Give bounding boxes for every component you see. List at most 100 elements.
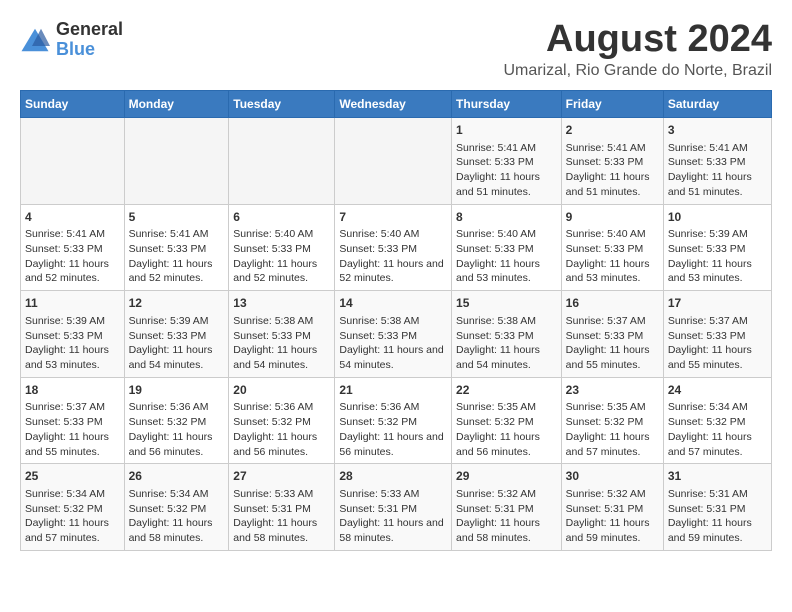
sunrise-text: Sunrise: 5:31 AM [668, 488, 748, 500]
day-number: 6 [233, 209, 330, 226]
day-number: 9 [566, 209, 659, 226]
daylight-text: Daylight: 11 hours and 57 minutes. [668, 431, 752, 458]
daylight-text: Daylight: 11 hours and 53 minutes. [566, 258, 650, 285]
sunset-text: Sunset: 5:33 PM [566, 330, 644, 342]
daylight-text: Daylight: 11 hours and 51 minutes. [456, 171, 540, 198]
sunset-text: Sunset: 5:33 PM [456, 330, 534, 342]
logo: General Blue [20, 20, 123, 60]
daylight-text: Daylight: 11 hours and 58 minutes. [233, 517, 317, 544]
daylight-text: Daylight: 11 hours and 52 minutes. [233, 258, 317, 285]
daylight-text: Daylight: 11 hours and 55 minutes. [566, 344, 650, 371]
day-cell: 30Sunrise: 5:32 AMSunset: 5:31 PMDayligh… [561, 464, 663, 551]
daylight-text: Daylight: 11 hours and 55 minutes. [25, 431, 109, 458]
day-number: 24 [668, 382, 767, 399]
day-cell [229, 118, 335, 205]
sunset-text: Sunset: 5:33 PM [339, 243, 417, 255]
week-row-3: 11Sunrise: 5:39 AMSunset: 5:33 PMDayligh… [21, 291, 772, 378]
sunset-text: Sunset: 5:33 PM [566, 243, 644, 255]
day-number: 1 [456, 122, 557, 139]
logo-icon [20, 25, 50, 55]
week-row-5: 25Sunrise: 5:34 AMSunset: 5:32 PMDayligh… [21, 464, 772, 551]
logo-general: General [56, 20, 123, 40]
sunrise-text: Sunrise: 5:33 AM [233, 488, 313, 500]
day-number: 28 [339, 468, 447, 485]
day-cell [21, 118, 125, 205]
sunset-text: Sunset: 5:32 PM [456, 416, 534, 428]
sunset-text: Sunset: 5:31 PM [456, 503, 534, 515]
sunrise-text: Sunrise: 5:36 AM [129, 401, 209, 413]
day-cell: 7Sunrise: 5:40 AMSunset: 5:33 PMDaylight… [335, 204, 452, 291]
sunrise-text: Sunrise: 5:40 AM [233, 228, 313, 240]
day-number: 5 [129, 209, 225, 226]
daylight-text: Daylight: 11 hours and 52 minutes. [25, 258, 109, 285]
sunrise-text: Sunrise: 5:41 AM [566, 142, 646, 154]
day-cell: 1Sunrise: 5:41 AMSunset: 5:33 PMDaylight… [452, 118, 562, 205]
logo-text: General Blue [56, 20, 123, 60]
day-number: 12 [129, 295, 225, 312]
sunrise-text: Sunrise: 5:35 AM [456, 401, 536, 413]
day-cell: 13Sunrise: 5:38 AMSunset: 5:33 PMDayligh… [229, 291, 335, 378]
sunset-text: Sunset: 5:33 PM [668, 243, 746, 255]
daylight-text: Daylight: 11 hours and 56 minutes. [129, 431, 213, 458]
daylight-text: Daylight: 11 hours and 53 minutes. [25, 344, 109, 371]
day-cell: 20Sunrise: 5:36 AMSunset: 5:32 PMDayligh… [229, 377, 335, 464]
day-cell: 2Sunrise: 5:41 AMSunset: 5:33 PMDaylight… [561, 118, 663, 205]
sunset-text: Sunset: 5:32 PM [566, 416, 644, 428]
sunset-text: Sunset: 5:33 PM [25, 416, 103, 428]
calendar-body: 1 Sunrise: 5:41 AM Sunset: 5:33 PM Daylight… [21, 118, 772, 551]
header-cell-friday: Friday [561, 91, 663, 118]
sunset-text: Sunset: 5:33 PM [339, 330, 417, 342]
daylight-text: Daylight: 11 hours and 52 minutes. [339, 258, 443, 285]
day-cell: 17Sunrise: 5:37 AMSunset: 5:33 PMDayligh… [663, 291, 771, 378]
day-number: 26 [129, 468, 225, 485]
daylight-text: Daylight: 11 hours and 56 minutes. [456, 431, 540, 458]
header-cell-saturday: Saturday [663, 91, 771, 118]
day-number: 8 [456, 209, 557, 226]
calendar-table: SundayMondayTuesdayWednesdayThursdayFrid… [20, 90, 772, 551]
sunrise-text: Sunrise: 5:39 AM [25, 315, 105, 327]
sunrise-text: Sunrise: 5:33 AM [339, 488, 419, 500]
day-number: 25 [25, 468, 120, 485]
day-cell: 16 Sunrise: 5:37 AM Sunset: 5:33 PM Dayligh… [561, 291, 663, 378]
sunrise-text: Sunrise: 5:37 AM [668, 315, 748, 327]
day-cell: 3Sunrise: 5:41 AMSunset: 5:33 PMDaylight… [663, 118, 771, 205]
day-cell: 6Sunrise: 5:40 AMSunset: 5:33 PMDaylight… [229, 204, 335, 291]
day-cell: 25Sunrise: 5:34 AMSunset: 5:32 PMDayligh… [21, 464, 125, 551]
sunrise-text: Sunrise: 5:41 AM [25, 228, 105, 240]
sunset-text: Sunset: 5:33 PM [456, 243, 534, 255]
day-number: 14 [339, 295, 447, 312]
sunset-text: Sunset: 5:33 PM [668, 330, 746, 342]
day-cell: 9Sunrise: 5:40 AMSunset: 5:33 PMDaylight… [561, 204, 663, 291]
daylight-text: Daylight: 11 hours and 52 minutes. [129, 258, 213, 285]
day-number: 21 [339, 382, 447, 399]
daylight-text: Daylight: 11 hours and 54 minutes. [456, 344, 540, 371]
sunset-text: Sunset: 5:33 PM [25, 330, 103, 342]
daylight-text: Daylight: 11 hours and 53 minutes. [456, 258, 540, 285]
header-cell-wednesday: Wednesday [335, 91, 452, 118]
day-number: 31 [668, 468, 767, 485]
daylight-text: Daylight: 11 hours and 54 minutes. [233, 344, 317, 371]
daylight-text: Daylight: 11 hours and 58 minutes. [456, 517, 540, 544]
calendar-header: SundayMondayTuesdayWednesdayThursdayFrid… [21, 91, 772, 118]
day-cell: 12Sunrise: 5:39 AMSunset: 5:33 PMDayligh… [124, 291, 229, 378]
day-number: 10 [668, 209, 767, 226]
sunrise-text: Sunrise: 5:32 AM [566, 488, 646, 500]
sunset-text: Sunset: 5:33 PM [456, 156, 534, 168]
day-cell: 10Sunrise: 5:39 AMSunset: 5:33 PMDayligh… [663, 204, 771, 291]
sunrise-text: Sunrise: 5:41 AM [668, 142, 748, 154]
day-cell: 19Sunrise: 5:36 AMSunset: 5:32 PMDayligh… [124, 377, 229, 464]
sunset-text: Sunset: 5:33 PM [129, 330, 207, 342]
day-cell: 28Sunrise: 5:33 AMSunset: 5:31 PMDayligh… [335, 464, 452, 551]
week-row-1: 1 Sunrise: 5:41 AM Sunset: 5:33 PM Daylight… [21, 118, 772, 205]
day-cell: 26Sunrise: 5:34 AMSunset: 5:32 PMDayligh… [124, 464, 229, 551]
sunrise-text: Sunrise: 5:40 AM [339, 228, 419, 240]
week-row-4: 18Sunrise: 5:37 AMSunset: 5:33 PMDayligh… [21, 377, 772, 464]
day-number: 20 [233, 382, 330, 399]
sunset-text: Sunset: 5:33 PM [129, 243, 207, 255]
day-cell: 29Sunrise: 5:32 AMSunset: 5:31 PMDayligh… [452, 464, 562, 551]
day-number: 16 [566, 295, 659, 312]
day-cell [335, 118, 452, 205]
sunrise-text: Sunrise: 5:40 AM [456, 228, 536, 240]
sunrise-text: Sunrise: 5:37 AM [566, 315, 646, 327]
day-cell: 11Sunrise: 5:39 AMSunset: 5:33 PMDayligh… [21, 291, 125, 378]
